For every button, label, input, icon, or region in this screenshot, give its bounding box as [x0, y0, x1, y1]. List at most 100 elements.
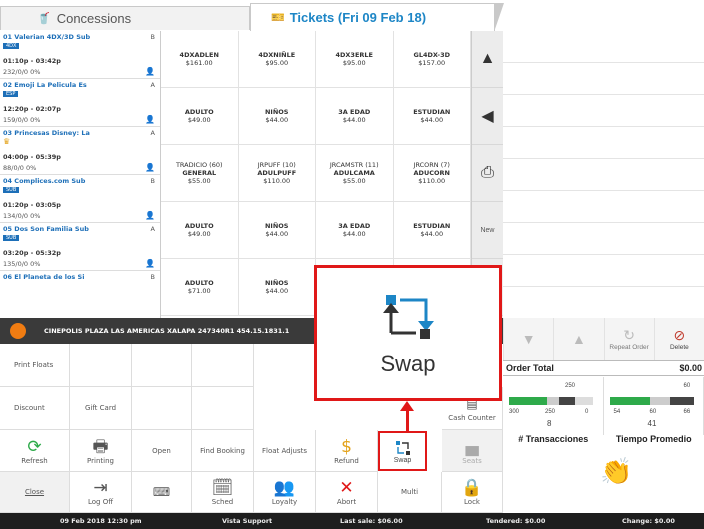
format-badge: SUB	[3, 235, 20, 241]
price-label: $95.00	[265, 59, 289, 67]
price-label: $49.00	[187, 230, 211, 238]
log-off-icon: ⇥	[93, 478, 108, 498]
repeat-icon: ↻	[623, 327, 635, 343]
swap-icon-large	[383, 295, 434, 339]
price-button[interactable]: ESTUDIAN $44.00	[393, 88, 471, 145]
printer-icon: 🖶	[92, 436, 109, 457]
lock-button[interactable]: 🔒 Lock	[442, 472, 503, 513]
refresh-button[interactable]: ⟳ Refresh	[0, 430, 70, 472]
price-button[interactable]: ESTUDIAN $44.00	[393, 202, 471, 259]
price-button[interactable]: 3A EDAD $44.00	[316, 202, 394, 259]
seats-button[interactable]: ▄ Seats	[442, 430, 503, 472]
swap-icon	[395, 440, 410, 455]
price-label: $44.00	[420, 230, 444, 238]
new-button[interactable]: New	[472, 202, 503, 259]
list-item[interactable]: 06 El Planeta de los Si B	[0, 271, 160, 319]
price-label: 4DXADLEN	[179, 51, 219, 59]
people-icon: 👤	[145, 259, 155, 268]
cinepolis-logo	[10, 323, 26, 339]
price-label: $44.00	[265, 116, 289, 124]
price-label: ADULTO	[184, 279, 214, 287]
avg-time-gauge: 60 54 60 66 41	[604, 377, 704, 435]
order-controls: ▼ ▲ ↻ Repeat Order ⊘ Delete	[503, 318, 704, 360]
tab-concessions[interactable]: 🥤 Concessions	[0, 6, 250, 30]
price-label: $44.00	[342, 230, 366, 238]
price-label: GENERAL	[182, 169, 217, 177]
swap-button[interactable]: Swap	[378, 431, 427, 471]
receipt-button[interactable]: ⎙	[472, 145, 503, 202]
price-label: $44.00	[265, 230, 289, 238]
price-label: NIÑOS	[264, 108, 289, 116]
price-button[interactable]: JRCAMSTR (11) ADULCAMA $55.00	[316, 145, 394, 202]
price-label: ADULPUFF	[257, 169, 297, 177]
price-button[interactable]: NIÑOS $44.00	[238, 259, 316, 316]
triangle-up-icon: ▲	[571, 331, 586, 347]
price-button[interactable]: 3A EDAD $44.00	[316, 88, 394, 145]
move-down-button[interactable]: ▼	[503, 318, 553, 360]
move-up-button[interactable]: ▲	[553, 318, 603, 360]
find-booking-button[interactable]: Find Booking	[192, 430, 254, 472]
list-item[interactable]: 05 Dos Son Familia Sub A SUB 03:20p - 05:32…	[0, 223, 160, 271]
price-button[interactable]: GL4DX-3D $157.00	[393, 31, 471, 88]
price-label: 3A EDAD	[338, 222, 371, 230]
tab-tickets[interactable]: 🎫 Tickets (Fri 09 Feb 18)	[250, 3, 504, 32]
price-label: $157.00	[418, 59, 446, 67]
abort-button[interactable]: ✕ Abort	[316, 472, 378, 513]
open-button[interactable]: Open	[132, 430, 192, 472]
log-off-button[interactable]: ⇥ Log Off	[70, 472, 132, 513]
close-button[interactable]: Close	[0, 472, 70, 513]
keyboard-button[interactable]: ⌨	[132, 472, 192, 513]
price-label: $44.00	[265, 287, 289, 295]
list-item[interactable]: 01 Valerian 4DX/3D Sub B 4DX 01:10p - 03:42…	[0, 31, 160, 79]
price-button[interactable]: JRCORN (7) ADUCORN $110.00	[393, 145, 471, 202]
loyalty-icon: 👥	[273, 478, 296, 498]
status-bar: 09 Feb 2018 12:30 pm Vista Support Last …	[0, 513, 704, 529]
price-label: TRADICIO (60)	[175, 161, 223, 169]
price-button[interactable]: JRPUFF (10) ADULPUFF $110.00	[238, 145, 316, 202]
price-button[interactable]: ADULTO $71.00	[161, 259, 239, 316]
price-button[interactable]: NIÑOS $44.00	[238, 88, 316, 145]
price-button[interactable]: NIÑOS $44.00	[238, 202, 316, 259]
delete-button[interactable]: ⊘ Delete	[653, 318, 704, 360]
back-button[interactable]: ◀	[472, 88, 503, 145]
gauge-bar	[609, 397, 694, 405]
repeat-order-button[interactable]: ↻ Repeat Order	[603, 318, 654, 360]
hands-icon: 👏	[600, 456, 633, 486]
price-label: 3A EDAD	[338, 108, 371, 116]
price-label: ESTUDIAN	[413, 108, 451, 116]
list-item[interactable]: 03 Princesas Disney: La A ♛ 04:00p - 05:39p…	[0, 127, 160, 175]
refund-button[interactable]: $ Refund	[316, 430, 378, 472]
price-button[interactable]: 4DXNIÑLE $95.00	[238, 31, 316, 88]
movie-list: 01 Valerian 4DX/3D Sub B 4DX 01:10p - 03:42…	[0, 31, 161, 319]
gift-card-button[interactable]: Gift Card	[70, 387, 132, 430]
price-button[interactable]: TRADICIO (60) GENERAL $55.00	[161, 145, 239, 202]
order-lines	[503, 31, 704, 319]
price-label: $49.00	[187, 116, 211, 124]
callout-arrow-head	[400, 401, 414, 411]
delete-icon: ⊘	[673, 327, 686, 343]
seat-icon: ▄	[465, 436, 479, 457]
loyalty-button[interactable]: 👥 Loyalty	[254, 472, 316, 513]
float-adjusts-button[interactable]: Float Adjusts	[254, 430, 316, 472]
multi-button[interactable]: Multi	[378, 472, 442, 513]
price-button[interactable]: 4DXADLEN $161.00	[161, 31, 239, 88]
print-floats-button[interactable]: Print Floats	[0, 344, 70, 387]
price-label: $55.00	[187, 177, 211, 185]
price-label: ADULTO	[184, 108, 214, 116]
ticket-icon: 🎫	[271, 12, 285, 24]
empty-cell	[70, 344, 132, 387]
price-button[interactable]: 4DX3ERLE $95.00	[316, 31, 394, 88]
price-label: JRCAMSTR (11)	[329, 161, 379, 169]
list-item[interactable]: 04 Complices.com Sub B SUB 01:20p - 03:05p 1…	[0, 175, 160, 223]
price-button[interactable]: ADULTO $49.00	[161, 88, 239, 145]
price-label: $71.00	[187, 287, 211, 295]
price-label: $110.00	[263, 177, 291, 185]
price-button[interactable]: ADULTO $49.00	[161, 202, 239, 259]
printing-button[interactable]: 🖶 Printing	[70, 430, 132, 472]
list-item[interactable]: 02 Emoji La Pelicula Es A ESP 12:20p - 02:0…	[0, 79, 160, 127]
price-label: NIÑOS	[264, 222, 289, 230]
scroll-up-button[interactable]: ▲	[472, 31, 503, 88]
callout-arrow	[406, 410, 409, 433]
sched-button[interactable]: 🗓 Sched	[192, 472, 254, 513]
discount-button[interactable]: Discount	[0, 387, 70, 430]
